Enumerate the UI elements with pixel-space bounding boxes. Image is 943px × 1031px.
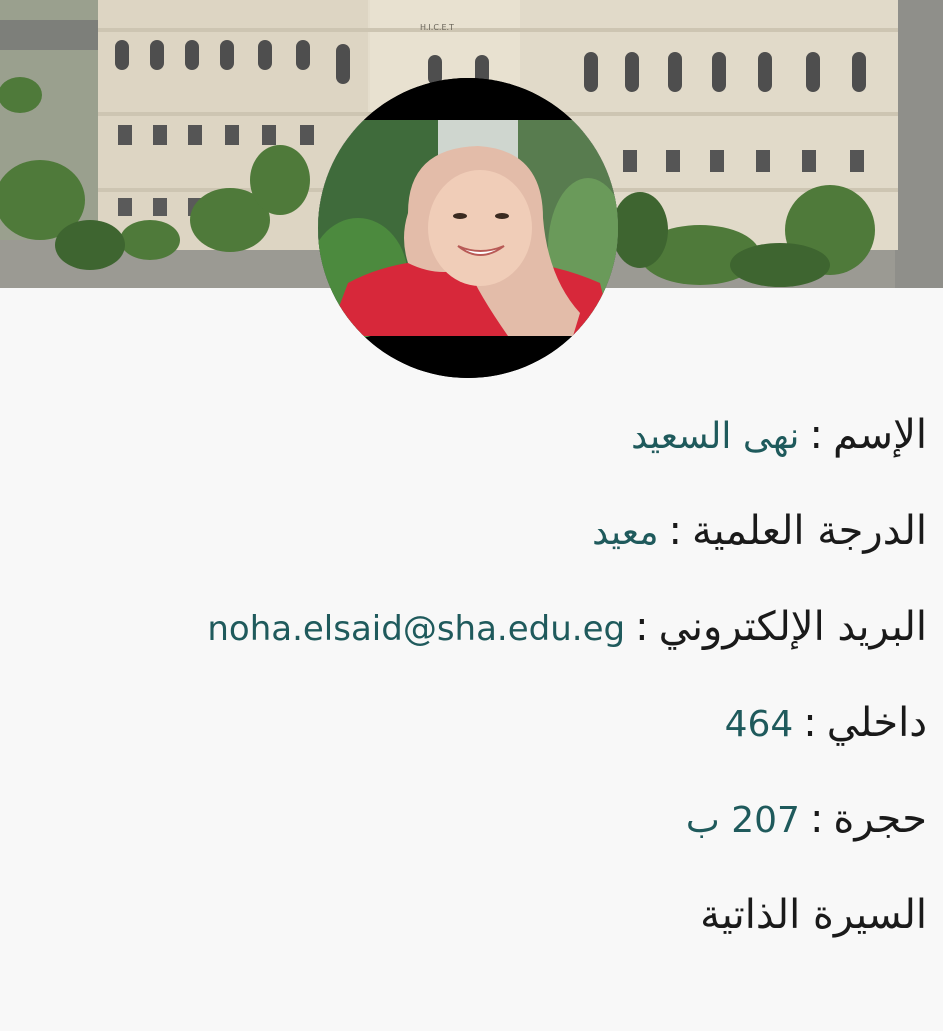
room-label: حجرة	[833, 796, 927, 842]
email-row: البريد الإلكتروني:noha.elsaid@sha.edu.eg	[16, 592, 927, 688]
profile-page: H.I.C.E.T الإسم:نهى السعيد الدرجة العلمي…	[0, 0, 943, 1031]
cv-link[interactable]: السيرة الذاتية	[700, 892, 927, 938]
name-separator: :	[809, 412, 823, 458]
degree-value: معيد	[592, 512, 659, 553]
email-value-link[interactable]: noha.elsaid@sha.edu.eg	[207, 609, 625, 649]
name-label: الإسم	[832, 412, 927, 458]
degree-label: الدرجة العلمية	[692, 508, 927, 554]
extension-separator: :	[803, 700, 817, 746]
extension-label: داخلي	[826, 700, 927, 746]
extension-row: داخلي:464	[16, 688, 927, 784]
degree-separator: :	[668, 508, 683, 554]
building-sign-text: H.I.C.E.T	[420, 23, 454, 32]
name-row: الإسم:نهى السعيد	[16, 400, 927, 496]
email-label: البريد الإلكتروني	[658, 604, 927, 650]
email-separator: :	[635, 604, 649, 650]
room-value: 207 ب	[685, 800, 800, 841]
degree-row: الدرجة العلمية:معيد	[16, 496, 927, 592]
room-row: حجرة:207 ب	[16, 784, 927, 880]
cv-row: السيرة الذاتية	[16, 880, 927, 976]
profile-info: الإسم:نهى السعيد الدرجة العلمية:معيد الب…	[16, 400, 927, 976]
profile-photo	[318, 78, 618, 378]
person-photo-icon	[318, 78, 618, 378]
name-value: نهى السعيد	[631, 416, 800, 457]
extension-value: 464	[724, 704, 794, 745]
room-separator: :	[809, 796, 824, 842]
